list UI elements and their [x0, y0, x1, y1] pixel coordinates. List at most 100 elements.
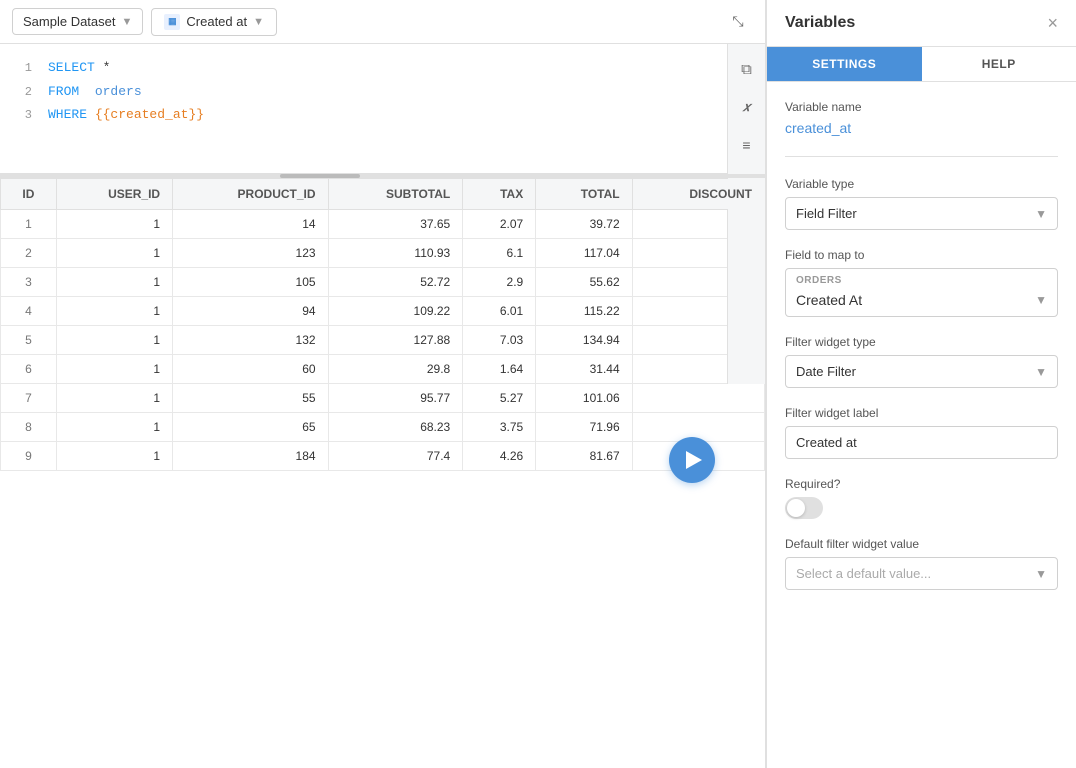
table-cell: 123: [173, 239, 328, 268]
table-cell: 65: [173, 413, 328, 442]
filter-widget-label-input[interactable]: [785, 426, 1058, 459]
panel-content: Variable name created_at Variable type F…: [767, 82, 1076, 608]
table-cell: 8: [1, 413, 57, 442]
field-to-map-select[interactable]: ORDERS Created At ▼: [785, 268, 1058, 317]
table-cell: 110.93: [328, 239, 463, 268]
results-table: ID USER_ID PRODUCT_ID SUBTOTAL TAX TOTAL…: [0, 178, 765, 471]
table-cell: 39.72: [536, 210, 632, 239]
toggle-thumb: [787, 499, 805, 517]
variable-type-value: Field Filter: [796, 206, 857, 221]
filter-widget-type-chevron-icon: ▼: [1035, 365, 1047, 379]
required-toggle[interactable]: [785, 497, 823, 519]
table-cell: 109.22: [328, 297, 463, 326]
default-filter-placeholder: Select a default value...: [796, 566, 931, 581]
table-row: 21123110.936.1117.04: [1, 239, 765, 268]
field-column-value: Created At: [796, 292, 862, 308]
table-cell: 1: [56, 297, 172, 326]
table-cell: 1: [56, 442, 172, 471]
table-cell: 3: [1, 268, 57, 297]
minimize-button[interactable]: ⤡: [723, 7, 753, 37]
col-header-user-id: USER_ID: [56, 179, 172, 210]
table-row: 111437.652.0739.72: [1, 210, 765, 239]
code-editor[interactable]: 1 SELECT * 2 FROM orders 3 WHERE {{creat…: [0, 44, 765, 174]
variable-type-select[interactable]: Field Filter ▼: [785, 197, 1058, 230]
table-cell: 71.96: [536, 413, 632, 442]
table-row: 4194109.226.01115.22: [1, 297, 765, 326]
horizontal-scrollbar[interactable]: [0, 174, 765, 178]
variable-type-field: Variable type Field Filter ▼: [785, 177, 1058, 230]
close-panel-button[interactable]: ×: [1047, 14, 1058, 32]
filter-widget-label-field: Filter widget label: [785, 406, 1058, 459]
table-cell: 127.88: [328, 326, 463, 355]
table-cell: 68.23: [328, 413, 463, 442]
filter-widget-type-label: Filter widget type: [785, 335, 1058, 349]
table-cell: 184: [173, 442, 328, 471]
table-cell: 31.44: [536, 355, 632, 384]
table-cell: 1: [1, 210, 57, 239]
tab-help[interactable]: HELP: [922, 47, 1076, 81]
variable-button[interactable]: 𝑥: [732, 92, 762, 122]
table-cell: 1: [56, 413, 172, 442]
panel-tabs: SETTINGS HELP: [767, 47, 1076, 82]
table-cell: 4.26: [463, 442, 536, 471]
table-cell: 2: [1, 239, 57, 268]
variable-pill[interactable]: ▦ Created at ▼: [151, 8, 277, 36]
table-cell: 6.01: [463, 297, 536, 326]
table-cell: 1: [56, 268, 172, 297]
table-cell: 134.94: [536, 326, 632, 355]
variable-type-label: Variable type: [785, 177, 1058, 191]
table-cell: 52.72: [328, 268, 463, 297]
table-cell: 2.07: [463, 210, 536, 239]
col-header-subtotal: SUBTOTAL: [328, 179, 463, 210]
table-cell: 2.9: [463, 268, 536, 297]
col-header-discount: DISCOUNT: [632, 179, 764, 210]
table-cell: 105: [173, 268, 328, 297]
table-cell: 3.75: [463, 413, 536, 442]
code-line-3: 3 WHERE {{created_at}}: [16, 103, 749, 127]
table-row: 9118477.44.2681.67: [1, 442, 765, 471]
field-table-label: ORDERS: [786, 269, 852, 288]
table-cell: 14: [173, 210, 328, 239]
filter-widget-type-field: Filter widget type Date Filter ▼: [785, 335, 1058, 388]
filter-widget-type-select[interactable]: Date Filter ▼: [785, 355, 1058, 388]
code-line-2: 2 FROM orders: [16, 80, 749, 104]
variables-panel: Variables × SETTINGS HELP Variable name …: [766, 0, 1076, 768]
required-label: Required?: [785, 477, 1058, 491]
data-table-area: ID USER_ID PRODUCT_ID SUBTOTAL TAX TOTAL…: [0, 178, 765, 768]
table-cell: 5.27: [463, 384, 536, 413]
variable-pill-chevron-icon: ▼: [253, 16, 264, 28]
dataset-selector[interactable]: Sample Dataset ▼: [12, 8, 143, 35]
table-cell: 95.77: [328, 384, 463, 413]
dataset-chevron-icon: ▼: [122, 16, 133, 28]
table-cell: 55: [173, 384, 328, 413]
table-cell: 4: [1, 297, 57, 326]
variable-name-value[interactable]: created_at: [785, 120, 1058, 136]
tab-settings[interactable]: SETTINGS: [767, 47, 922, 81]
field-to-map-field: Field to map to ORDERS Created At ▼: [785, 248, 1058, 317]
menu-button[interactable]: ≡: [732, 130, 762, 160]
table-cell: 29.8: [328, 355, 463, 384]
table-cell: 1: [56, 355, 172, 384]
table-cell: 1: [56, 384, 172, 413]
col-header-tax: TAX: [463, 179, 536, 210]
variable-name-label: Variable name: [785, 100, 1058, 114]
field-map-chevron-icon: ▼: [1035, 293, 1047, 307]
table-row: 816568.233.7571.96: [1, 413, 765, 442]
col-header-id: ID: [1, 179, 57, 210]
copy-button[interactable]: ⧉: [732, 54, 762, 84]
table-cell: 94: [173, 297, 328, 326]
table-cell: [632, 384, 764, 413]
table-row: 51132127.887.03134.94: [1, 326, 765, 355]
run-query-button[interactable]: [669, 437, 715, 483]
default-filter-select[interactable]: Select a default value... ▼: [785, 557, 1058, 590]
table-cell: 6: [1, 355, 57, 384]
play-icon: [686, 451, 702, 469]
table-cell: 117.04: [536, 239, 632, 268]
default-filter-field: Default filter widget value Select a def…: [785, 537, 1058, 590]
variable-name-field: Variable name created_at: [785, 100, 1058, 136]
table-row: 715595.775.27101.06: [1, 384, 765, 413]
field-to-map-label: Field to map to: [785, 248, 1058, 262]
panel-header: Variables ×: [767, 0, 1076, 47]
code-line-1: 1 SELECT *: [16, 56, 749, 80]
minimize-icon: ⤡: [732, 13, 743, 30]
